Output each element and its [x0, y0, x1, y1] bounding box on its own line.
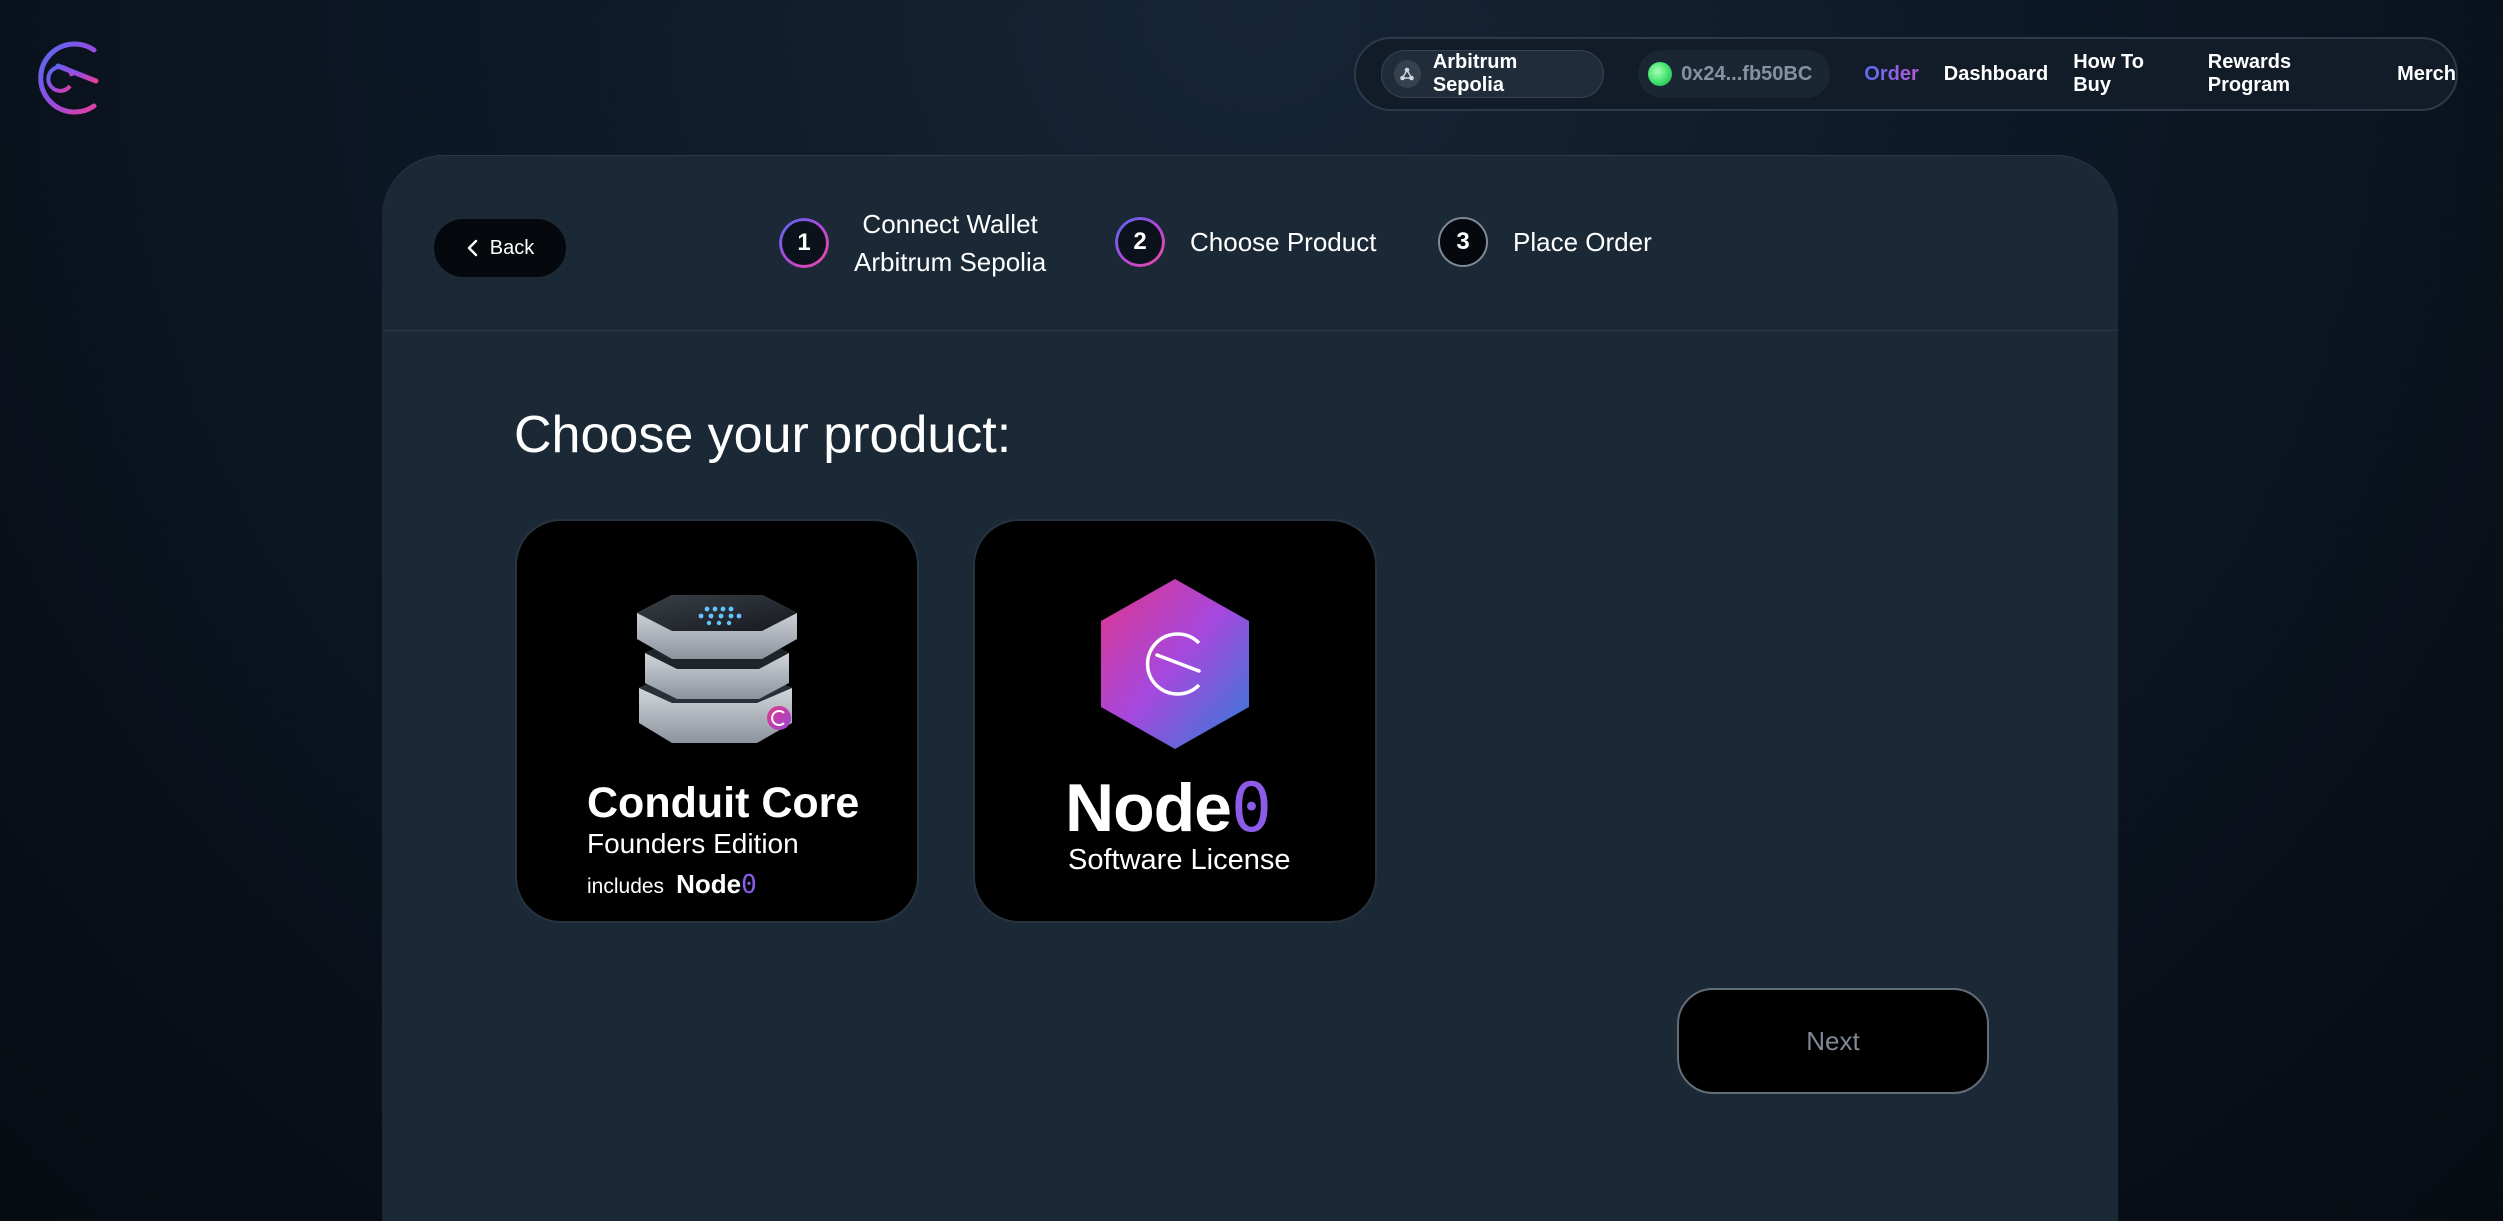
node-word: Node	[1065, 770, 1232, 846]
wallet-status-icon	[1648, 62, 1673, 86]
node-zero: 0	[1231, 769, 1272, 848]
product-subtitle: Founders Edition	[587, 828, 799, 859]
product-card-node0[interactable]: Node0 Software License	[973, 519, 1377, 923]
step-title: Connect Wallet	[862, 209, 1038, 239]
nav-link-merch[interactable]: Merch	[2397, 63, 2456, 86]
nav-link-rewards-program[interactable]: Rewards Program	[2208, 51, 2372, 97]
wallet-address: 0x24...fb50BC	[1681, 62, 1813, 85]
includes-label: includes	[587, 875, 665, 898]
top-nav: Arbitrum Sepolia 0x24...fb50BC Order Das…	[1354, 37, 2458, 111]
back-label: Back	[489, 236, 535, 259]
conduit-logo-icon[interactable]	[36, 36, 112, 120]
next-button[interactable]: Next	[1677, 988, 1989, 1094]
product-includes: includes Node0	[587, 869, 757, 900]
page-title: Choose your product:	[514, 406, 1012, 464]
nav-link-order[interactable]: Order	[1864, 63, 1918, 86]
step-number-badge: 2	[1115, 217, 1165, 267]
order-panel: Back 1 Connect Wallet Arbitrum Sepolia 2…	[382, 155, 2118, 1221]
nav-link-dashboard[interactable]: Dashboard	[1944, 63, 2048, 86]
product-title: Conduit Core	[587, 779, 860, 827]
step-label: Connect Wallet Arbitrum Sepolia	[854, 205, 1046, 281]
step-number-badge: 1	[779, 218, 829, 268]
conduit-core-device-icon	[637, 595, 797, 743]
divider	[382, 330, 2118, 331]
nav-link-how-to-buy[interactable]: How To Buy	[2073, 51, 2183, 97]
wallet-button[interactable]: 0x24...fb50BC	[1638, 50, 1831, 98]
step-connect-wallet: 1 Connect Wallet Arbitrum Sepolia	[779, 205, 1046, 281]
step-title: Choose Product	[1190, 227, 1377, 257]
network-label: Arbitrum Sepolia	[1432, 51, 1518, 96]
chevron-left-icon	[467, 239, 477, 257]
step-choose-product: 2 Choose Product	[1115, 217, 1376, 267]
network-icon	[1394, 60, 1421, 88]
product-card-conduit-core[interactable]: Conduit Core Founders Edition includes N…	[515, 519, 919, 923]
node-word: Node	[676, 869, 742, 899]
product-subtitle: Software License	[1068, 844, 1291, 876]
network-selector[interactable]: Arbitrum Sepolia	[1381, 50, 1605, 98]
product-title: Node0	[1065, 769, 1272, 848]
step-title: Place Order	[1513, 227, 1652, 257]
node-zero: 0	[741, 870, 757, 900]
back-button[interactable]: Back	[433, 218, 567, 278]
node0-hexagon-icon	[1101, 579, 1249, 749]
step-subtitle: Arbitrum Sepolia	[854, 247, 1047, 277]
node0-wordmark: Node0	[676, 869, 757, 900]
step-number-badge: 3	[1438, 217, 1488, 267]
step-place-order: 3 Place Order	[1438, 217, 1652, 267]
